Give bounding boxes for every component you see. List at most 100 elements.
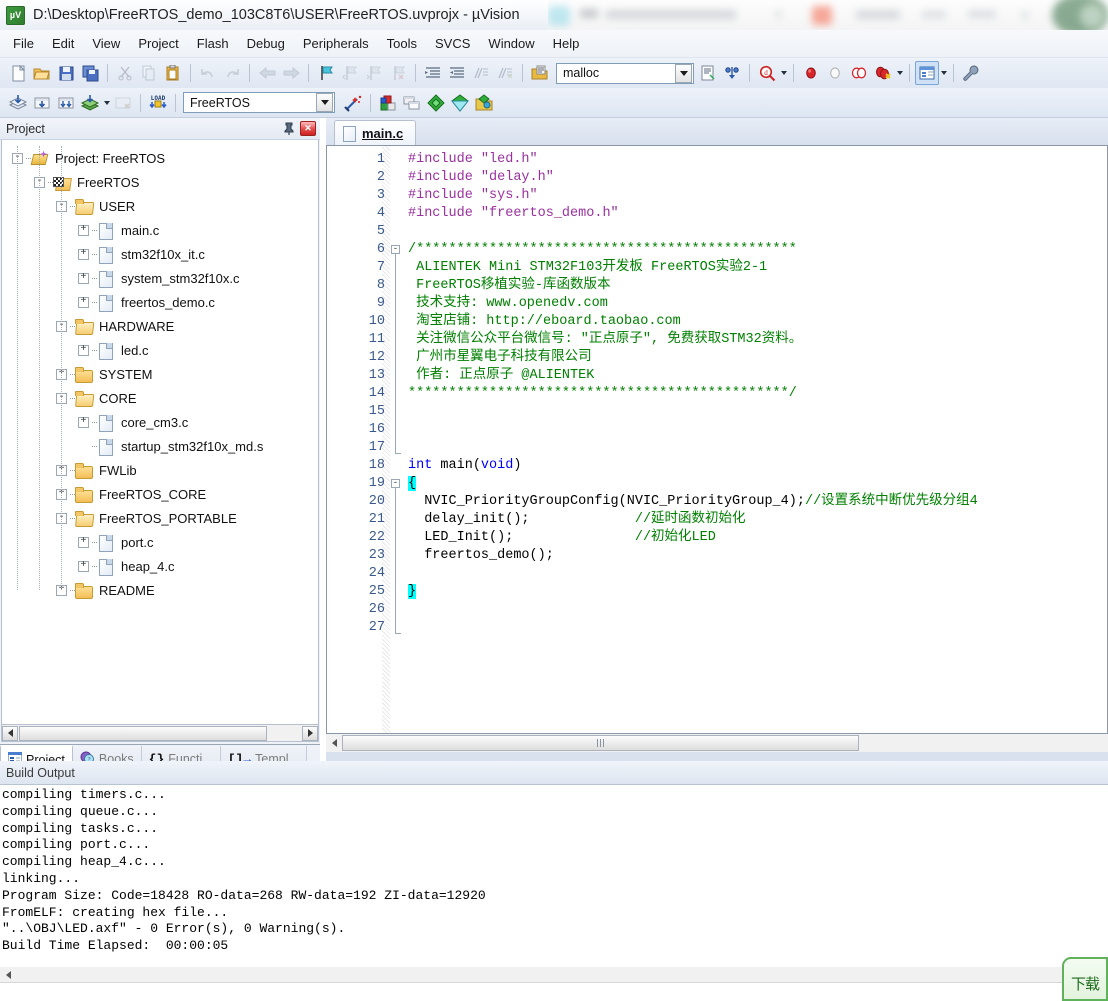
find-magnifier-button[interactable]: d: [755, 61, 779, 85]
manage-windows-button[interactable]: [915, 61, 939, 85]
expand-icon[interactable]: +: [78, 224, 89, 236]
load-download-button[interactable]: LOAD: [146, 91, 170, 115]
tree-item[interactable]: - FreeRTOS_PORTABLE: [2, 506, 318, 530]
menu-item-window[interactable]: Window: [479, 32, 543, 55]
code-line[interactable]: [404, 619, 1107, 637]
code-line[interactable]: 关注微信公众平台微信号: "正点原子", 免费获取STM32资料。: [404, 331, 1107, 349]
code-line[interactable]: #include "sys.h": [404, 187, 1107, 205]
expand-icon[interactable]: +: [78, 272, 89, 284]
pin-icon[interactable]: [281, 121, 297, 137]
binoculars-button[interactable]: [720, 61, 744, 85]
code-folding-column[interactable]: --: [390, 146, 404, 733]
target-combo[interactable]: FreeRTOS: [183, 92, 335, 113]
target-selected-value[interactable]: FreeRTOS: [184, 96, 316, 110]
tree-item[interactable]: - HARDWARE: [2, 314, 318, 338]
rebuild-all-button[interactable]: [54, 91, 78, 115]
undo-arrow-button[interactable]: [196, 61, 220, 85]
translate-file-button[interactable]: [6, 91, 30, 115]
tree-item[interactable]: + README: [2, 578, 318, 602]
code-line[interactable]: ALIENTEK Mini STM32F103开发板 FreeRTOS实验2-1: [404, 259, 1107, 277]
code-line[interactable]: [404, 439, 1107, 457]
tree-item[interactable]: + main.c: [2, 218, 318, 242]
code-line[interactable]: 广州市星翼电子科技有限公司: [404, 349, 1107, 367]
insert-breakpoint-button[interactable]: [799, 61, 823, 85]
tree-item[interactable]: + FreeRTOS_CORE: [2, 482, 318, 506]
menu-item-tools[interactable]: Tools: [378, 32, 426, 55]
find-input[interactable]: malloc: [557, 66, 675, 80]
window-layout-caret-icon[interactable]: [939, 61, 948, 85]
code-line[interactable]: FreeRTOS移植实验-库函数版本: [404, 277, 1107, 295]
editor-tab-main-c[interactable]: main.c: [334, 120, 417, 146]
download-floating-widget[interactable]: 下载: [1062, 957, 1108, 1001]
code-line[interactable]: LED_Init(); //初始化LED: [404, 529, 1107, 547]
editor-hscroll-thumb[interactable]: [342, 735, 859, 751]
scroll-right-button[interactable]: [302, 725, 318, 741]
open-include-file-button[interactable]: [528, 61, 552, 85]
menu-item-debug[interactable]: Debug: [238, 32, 294, 55]
expand-icon[interactable]: +: [78, 344, 89, 356]
navigate-back-button[interactable]: [255, 61, 279, 85]
menu-item-svcs[interactable]: SVCS: [426, 32, 479, 55]
breakpoint-options-caret-icon[interactable]: [895, 61, 904, 85]
code-line[interactable]: [404, 403, 1107, 421]
breakpoint-kill-all-button[interactable]: [871, 61, 895, 85]
code-line[interactable]: #include "freertos_demo.h": [404, 205, 1107, 223]
project-items-button[interactable]: [376, 91, 400, 115]
code-line[interactable]: 作者: 正点原子 @ALIENTEK: [404, 367, 1107, 385]
code-line[interactable]: [404, 421, 1107, 439]
code-line[interactable]: #include "led.h": [404, 151, 1107, 169]
new-file-button[interactable]: [6, 61, 30, 85]
expand-icon[interactable]: +: [78, 560, 89, 572]
document-list-button[interactable]: [696, 61, 720, 85]
tree-item[interactable]: startup_stm32f10x_md.s: [2, 434, 318, 458]
tree-item[interactable]: + led.c: [2, 338, 318, 362]
code-line[interactable]: NVIC_PriorityGroupConfig(NVIC_PriorityGr…: [404, 493, 1107, 511]
save-all-button[interactable]: [78, 61, 102, 85]
tree-item[interactable]: + SYSTEM: [2, 362, 318, 386]
rte-diamond-button[interactable]: [448, 91, 472, 115]
find-options-caret-icon[interactable]: [779, 61, 788, 85]
green-diamond-button[interactable]: [424, 91, 448, 115]
save-disk-button[interactable]: [54, 61, 78, 85]
copy-button[interactable]: [137, 61, 161, 85]
menu-item-edit[interactable]: Edit: [43, 32, 83, 55]
build-output-text[interactable]: compiling timers.c... compiling queue.c..…: [0, 785, 1108, 965]
breakpoint-disable-all-button[interactable]: [847, 61, 871, 85]
magic-wand-button[interactable]: [341, 91, 365, 115]
comment-lines-button[interactable]: [469, 61, 493, 85]
code-text[interactable]: #include "led.h" #include "delay.h" #inclu…: [404, 146, 1107, 733]
stop-build-button[interactable]: [111, 91, 135, 115]
tree-item[interactable]: - Project: FreeRTOS: [2, 146, 318, 170]
code-line[interactable]: 淘宝店铺: http://eboard.taobao.com: [404, 313, 1107, 331]
breakpoint-hollow-button[interactable]: [823, 61, 847, 85]
open-folder-button[interactable]: [30, 61, 54, 85]
tree-item[interactable]: + system_stm32f10x.c: [2, 266, 318, 290]
redo-arrow-button[interactable]: [220, 61, 244, 85]
code-line[interactable]: #include "delay.h": [404, 169, 1107, 187]
code-line[interactable]: }: [404, 583, 1107, 601]
editor-tab-bar[interactable]: main.c: [326, 118, 1108, 146]
hscroll-thumb[interactable]: [19, 725, 267, 741]
close-icon[interactable]: ✕: [300, 121, 316, 136]
expand-icon[interactable]: +: [78, 248, 89, 260]
build-output-hscrollbar[interactable]: [0, 967, 1108, 982]
multi-project-button[interactable]: [400, 91, 424, 115]
tree-item[interactable]: + port.c: [2, 530, 318, 554]
code-line[interactable]: [404, 223, 1107, 241]
code-editor[interactable]: 1 2 3 4 5 6 7 8 9 10 11 12 13 14 15 16 17 18 19 20 21 22 23 24 2…: [326, 145, 1108, 734]
find-combo[interactable]: malloc: [556, 62, 694, 84]
build-scroll-left-button[interactable]: [0, 967, 16, 982]
bookmark-prev-button[interactable]: [338, 61, 362, 85]
target-dropdown-button[interactable]: [316, 93, 333, 112]
cut-button[interactable]: [113, 61, 137, 85]
find-dropdown-button[interactable]: [675, 63, 692, 83]
tree-item[interactable]: - FreeRTOS: [2, 170, 318, 194]
code-line[interactable]: {: [404, 475, 1107, 493]
code-line[interactable]: ****************************************…: [404, 385, 1107, 403]
project-tree[interactable]: - Project: FreeRTOS - FreeRTOS - USER + main.c +…: [1, 140, 319, 725]
menu-item-peripherals[interactable]: Peripherals: [294, 32, 378, 55]
expand-icon[interactable]: +: [78, 416, 89, 428]
menu-item-file[interactable]: File: [4, 32, 43, 55]
uncomment-lines-button[interactable]: [493, 61, 517, 85]
menu-item-view[interactable]: View: [83, 32, 129, 55]
